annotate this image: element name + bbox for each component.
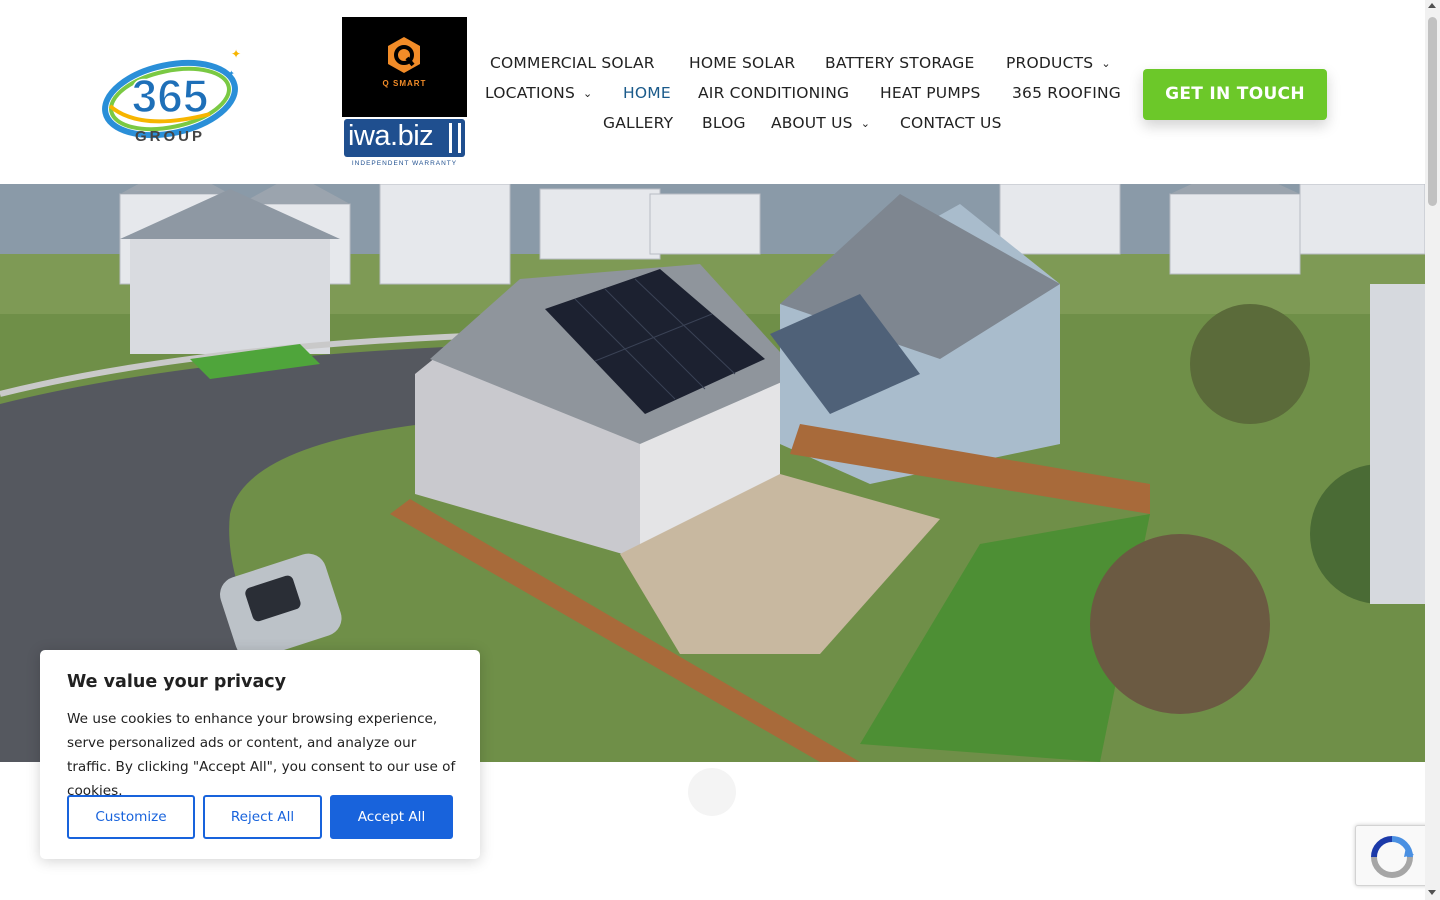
chevron-down-icon: ⌄	[1101, 57, 1111, 70]
nav-products[interactable]: PRODUCTS ⌄	[1006, 54, 1111, 72]
nav-heat-pumps[interactable]: HEAT PUMPS	[880, 84, 981, 102]
recaptcha-icon	[1371, 836, 1414, 878]
scroll-down-icon[interactable]	[1428, 890, 1436, 895]
cookie-consent-banner: We value your privacy We use cookies to …	[40, 650, 480, 859]
nav-locations-label: LOCATIONS	[485, 84, 575, 102]
main-nav: COMMERCIAL SOLAR HOME SOLAR BATTERY STOR…	[0, 0, 1140, 184]
nav-battery-storage[interactable]: BATTERY STORAGE	[825, 54, 974, 72]
nav-locations[interactable]: LOCATIONS ⌄	[485, 84, 592, 102]
chevron-down-icon: ⌄	[582, 87, 593, 100]
reject-all-button[interactable]: Reject All	[203, 795, 322, 839]
nav-products-label: PRODUCTS	[1006, 54, 1094, 72]
faint-decoration	[688, 768, 736, 816]
customize-button[interactable]: Customize	[67, 795, 195, 839]
site-header: 365 GROUP ✦ ✦ Q SMART iwa.biz INDEPENDEN…	[0, 0, 1425, 184]
recaptcha-badge[interactable]	[1355, 825, 1430, 886]
nav-about-us[interactable]: ABOUT US ⌄	[771, 114, 870, 132]
nav-about-us-label: ABOUT US	[771, 114, 853, 132]
scrollbar-thumb[interactable]	[1428, 17, 1437, 206]
nav-home-solar[interactable]: HOME SOLAR	[689, 54, 795, 72]
cookie-description: We use cookies to enhance your browsing …	[67, 711, 456, 799]
nav-gallery[interactable]: GALLERY	[603, 114, 673, 132]
chevron-down-icon: ⌄	[860, 117, 871, 130]
nav-contact-us[interactable]: CONTACT US	[900, 114, 1002, 132]
scroll-up-icon[interactable]	[1428, 3, 1436, 8]
nav-air-conditioning[interactable]: AIR CONDITIONING	[698, 84, 849, 102]
cookie-title: We value your privacy	[67, 672, 287, 692]
nav-365-roofing[interactable]: 365 ROOFING	[1012, 84, 1121, 102]
nav-commercial-solar[interactable]: COMMERCIAL SOLAR	[490, 54, 655, 72]
accept-all-button[interactable]: Accept All	[330, 795, 453, 839]
nav-home[interactable]: HOME	[623, 84, 671, 102]
nav-blog[interactable]: BLOG	[702, 114, 746, 132]
get-in-touch-button[interactable]: GET IN TOUCH	[1143, 69, 1327, 120]
page-scrollbar[interactable]	[1425, 0, 1440, 900]
